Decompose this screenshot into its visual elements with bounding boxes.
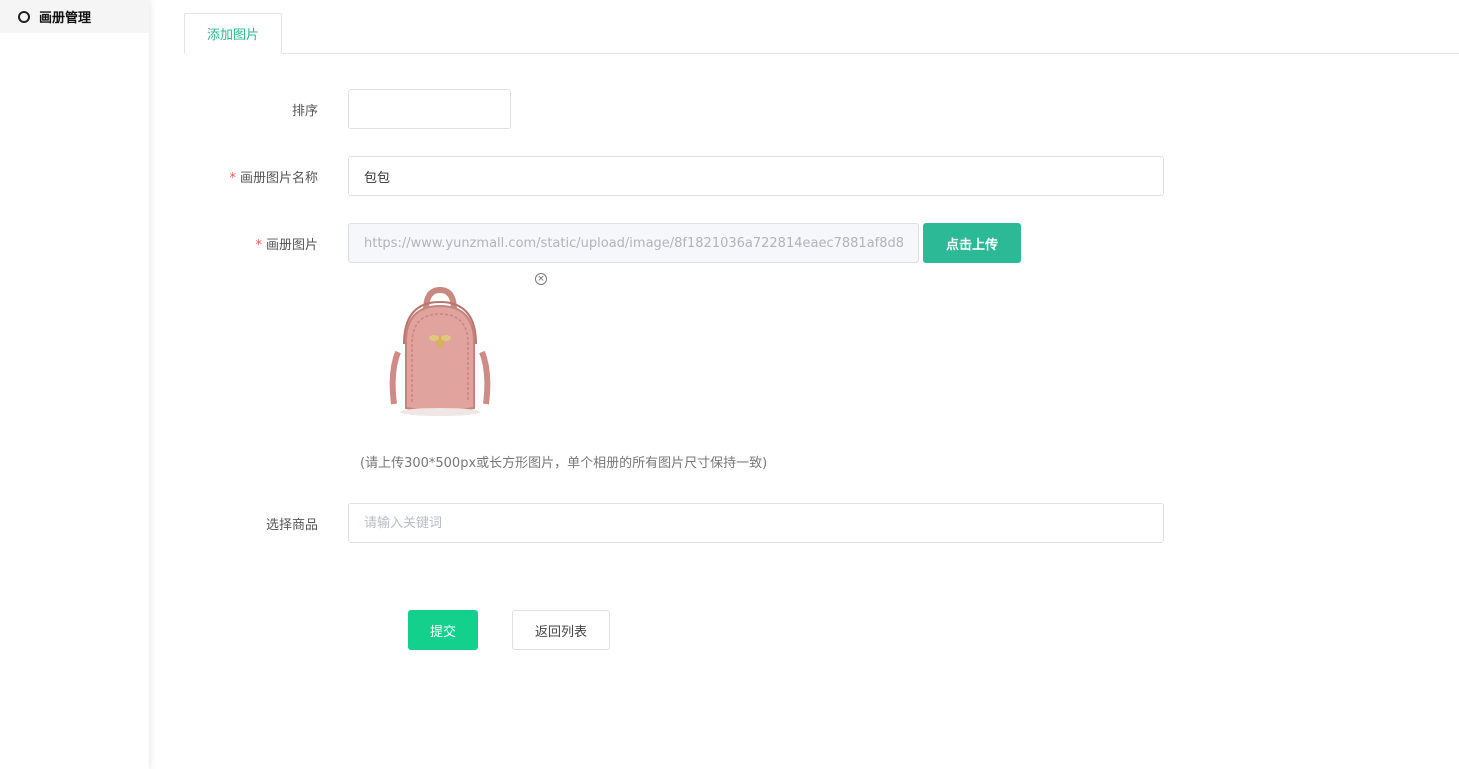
image-label: * 画册图片 <box>255 238 318 253</box>
backpack-image <box>360 272 520 422</box>
required-mark: * <box>255 238 262 253</box>
back-to-list-button[interactable]: 返回列表 <box>512 610 610 650</box>
sidebar-item-album[interactable]: 画册管理 <box>0 0 149 33</box>
product-label: 选择商品 <box>265 518 318 533</box>
submit-button[interactable]: 提交 <box>408 610 478 650</box>
sidebar: 画册管理 <box>0 0 149 769</box>
circle-icon <box>18 10 30 23</box>
image-name-label: * 画册图片名称 <box>229 171 318 186</box>
image-url-input <box>348 223 919 263</box>
upload-button[interactable]: 点击上传 <box>923 223 1021 263</box>
main-content: 添加图片 排序 *画册图片名称 *画册图片 点击上传 <box>184 0 1459 769</box>
required-mark: * <box>229 171 236 186</box>
remove-image-icon[interactable]: × <box>535 273 547 285</box>
upload-hint: (请上传300*500px或长方形图片，单个相册的所有图片尺寸保持一致) <box>360 456 768 471</box>
product-search-input[interactable] <box>348 503 1164 543</box>
tab-bar: 添加图片 <box>184 13 1459 54</box>
tab-add-image[interactable]: 添加图片 <box>184 13 282 54</box>
sidebar-item-label: 画册管理 <box>39 11 92 26</box>
image-thumbnail <box>360 272 520 422</box>
sort-label: 排序 <box>291 104 318 119</box>
image-name-input[interactable] <box>348 156 1164 196</box>
sort-input[interactable] <box>348 89 511 129</box>
